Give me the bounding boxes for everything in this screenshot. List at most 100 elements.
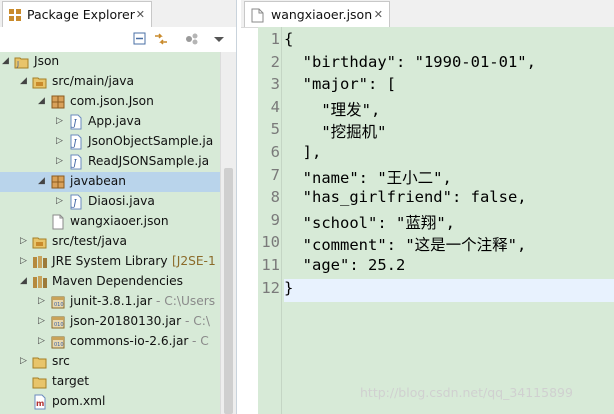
tree-item-label: json-20180130.jar (70, 314, 182, 328)
tree-scrollbar[interactable] (220, 52, 236, 414)
xml-file-icon: m (32, 394, 48, 410)
collapsed-arrow-icon[interactable]: ▷ (56, 156, 63, 166)
tree-item[interactable]: ◢ J Json (0, 52, 220, 72)
java-file-icon: J (68, 194, 84, 210)
line-number: 6 (270, 143, 280, 161)
tree-item-label: Json (34, 54, 60, 68)
tree-item[interactable]: ▷ src/test/java (0, 232, 220, 252)
tree-item[interactable]: target (0, 372, 220, 392)
jar-icon: 010 (50, 334, 66, 350)
tree-item-label: JRE System Library (52, 254, 168, 268)
tree-item-label: src (52, 354, 70, 368)
tree-item-label: JsonObjectSample.ja (88, 134, 214, 148)
line-number: 1 (270, 30, 280, 48)
view-menu-icon[interactable] (210, 30, 228, 48)
line-number: 10 (261, 233, 280, 252)
line-number: 4 (270, 97, 280, 116)
collapsed-arrow-icon[interactable]: ▷ (38, 336, 45, 346)
tree-item[interactable]: m pom.xml (0, 392, 220, 412)
package-icon (50, 94, 66, 110)
code-line: } (284, 278, 294, 297)
scrollbar-thumb[interactable] (224, 168, 233, 414)
java-project-icon: J (14, 54, 30, 70)
package-explorer-view: Package Explorer ✕ ◢ J Json ◢ src/main/j… (0, 0, 237, 414)
line-number: 5 (270, 120, 280, 139)
package-explorer-tab[interactable]: Package Explorer ✕ (2, 1, 152, 27)
tree-item-decoration: [J2SE-1 (172, 254, 216, 268)
expanded-arrow-icon[interactable]: ◢ (38, 176, 45, 186)
tree-item-label: javabean (70, 174, 126, 188)
line-number: 3 (270, 75, 280, 94)
tree-item[interactable]: ▷ J ReadJSONSample.ja (0, 152, 220, 172)
editor-view: wangxiaoer.json ✕ 1 2 3 4 5 6 7 8 9 10 11 12 { "bir… (241, 0, 614, 414)
collapsed-arrow-icon[interactable]: ▷ (38, 316, 45, 326)
tree-item[interactable]: ◢ com.json.Json (0, 92, 220, 112)
tree-item[interactable]: ▷ JRE System Library [J2SE-1 (0, 252, 220, 272)
library-icon (32, 274, 48, 290)
collapsed-arrow-icon[interactable]: ▷ (38, 296, 45, 306)
collapsed-arrow-icon[interactable]: ▷ (20, 236, 27, 246)
tree-item-label: src/test/java (52, 234, 127, 248)
package-explorer-toolbar (0, 27, 236, 51)
tree-item-label: ReadJSONSample.ja (88, 154, 210, 168)
tree-item-label: pom.xml (52, 394, 106, 408)
expanded-arrow-icon[interactable]: ◢ (38, 96, 45, 106)
tree-item-label: com.json.Json (70, 94, 154, 108)
source-folder-icon (32, 74, 48, 90)
json-file-icon (50, 214, 66, 230)
collapsed-arrow-icon[interactable]: ▷ (56, 116, 63, 126)
code-area[interactable]: { "birthday": "1990-01-01", "major": [ "… (284, 27, 614, 414)
tree-item-label: App.java (88, 114, 142, 128)
folder-icon (32, 354, 48, 370)
collapsed-arrow-icon[interactable]: ▷ (20, 256, 27, 266)
package-explorer-tab-label: Package Explorer (27, 7, 135, 22)
tree-item[interactable]: ▷ J JsonObjectSample.ja (0, 132, 220, 152)
editor-tab-label: wangxiaoer.json (271, 7, 373, 22)
line-number: 2 (270, 52, 280, 71)
tree-item-label: wangxiaoer.json (70, 214, 169, 228)
focus-icon[interactable] (183, 30, 201, 48)
tree-item[interactable]: ▷ J Diaosi.java (0, 192, 220, 212)
tree-item-decoration: - C:\Users (156, 294, 216, 308)
svg-text:J: J (16, 60, 19, 68)
java-file-icon: J (68, 114, 84, 130)
tree-item[interactable]: ◢ src/main/java (0, 72, 220, 92)
tree-item-label: junit-3.8.1.jar (70, 294, 153, 308)
editor-tab-wangxiaoer-json[interactable]: wangxiaoer.json ✕ (244, 1, 390, 27)
line-number: 11 (261, 256, 280, 274)
collapsed-arrow-icon[interactable]: ▷ (56, 196, 63, 206)
link-with-editor-icon[interactable] (152, 30, 170, 48)
tree-item[interactable]: ▷ 010 json-20180130.jar - C:\ (0, 312, 220, 332)
tree-item[interactable]: ▷ J App.java (0, 112, 220, 132)
jar-icon: 010 (50, 314, 66, 330)
code-line: ], (284, 143, 322, 161)
expanded-arrow-icon[interactable]: ◢ (20, 276, 27, 286)
collapsed-arrow-icon[interactable]: ▷ (20, 356, 27, 366)
code-line: "理发", (284, 100, 381, 119)
tree-item[interactable]: ▷ 010 junit-3.8.1.jar - C:\Users (0, 292, 220, 312)
expanded-arrow-icon[interactable]: ◢ (2, 56, 9, 66)
tree-item[interactable]: ▷ src (0, 352, 220, 372)
tree-item[interactable]: wangxiaoer.json (0, 212, 220, 232)
code-line: "挖掘机" (284, 123, 387, 142)
java-file-icon: J (68, 134, 84, 150)
tree-item-decoration: - C (192, 334, 209, 348)
tree-item-label: Maven Dependencies (52, 274, 184, 288)
close-icon[interactable]: ✕ (136, 8, 145, 21)
line-number: 8 (270, 188, 280, 207)
tree-item-label: Diaosi.java (88, 194, 155, 208)
java-file-icon: J (68, 154, 84, 170)
json-editor[interactable]: 1 2 3 4 5 6 7 8 9 10 11 12 { "birthday": "1990-01-0… (258, 27, 614, 414)
library-icon (32, 254, 48, 270)
collapse-all-icon[interactable] (131, 30, 149, 48)
tree-item[interactable]: ▷ 010 commons-io-2.6.jar - C (0, 332, 220, 352)
tree-item[interactable]: ◢ javabean (0, 172, 220, 192)
tree-item-label: commons-io-2.6.jar (70, 334, 189, 348)
line-number-gutter: 1 2 3 4 5 6 7 8 9 10 11 12 (258, 27, 282, 414)
collapsed-arrow-icon[interactable]: ▷ (56, 136, 63, 146)
jar-icon: 010 (50, 294, 66, 310)
tree-item[interactable]: ◢ Maven Dependencies (0, 272, 220, 292)
close-icon[interactable]: ✕ (374, 8, 383, 21)
line-number: 7 (270, 165, 280, 184)
expanded-arrow-icon[interactable]: ◢ (20, 76, 27, 86)
